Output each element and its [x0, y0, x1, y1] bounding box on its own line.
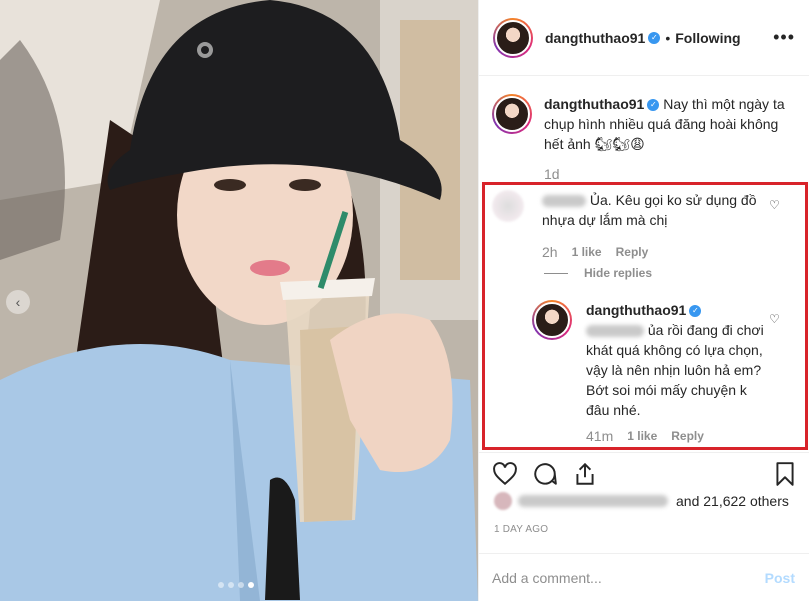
- post-header: dangthuthao91 ✓ • Following •••: [479, 0, 809, 76]
- comment-meta: 2h 1 like Reply: [542, 244, 782, 260]
- comment-reply-button[interactable]: Reply: [616, 245, 649, 259]
- reply-body: dangthuthao91 ✓ ủa rồi đang đi chơi khát …: [586, 300, 768, 444]
- reply-meta: 41m 1 like Reply: [586, 428, 768, 444]
- post-date[interactable]: 1 DAY AGO: [494, 524, 548, 535]
- hide-replies-label[interactable]: Hide replies: [584, 266, 652, 280]
- post-photo[interactable]: ‹: [0, 0, 478, 601]
- post-comment-button[interactable]: Post: [765, 570, 795, 586]
- comment-item: Ủa. Kêu gọi ko sử dụng đồ nhựa dự lắm mà…: [492, 190, 782, 260]
- author-username[interactable]: dangthuthao91: [545, 30, 645, 46]
- reply-time[interactable]: 41m: [586, 428, 613, 444]
- liker-avatar[interactable]: [494, 492, 512, 510]
- comment-input[interactable]: [492, 569, 765, 586]
- verified-badge-icon: ✓: [648, 31, 661, 44]
- likes-count-text[interactable]: and 21,622 others: [676, 493, 789, 509]
- following-button[interactable]: Following: [675, 30, 740, 46]
- commenter-username-blurred[interactable]: [542, 195, 586, 208]
- separator-dot: •: [665, 29, 671, 46]
- author-avatar[interactable]: [493, 17, 533, 58]
- caption-avatar[interactable]: [492, 94, 532, 134]
- reply-like-heart-icon[interactable]: ♡: [769, 312, 780, 326]
- comment-likes[interactable]: 1 like: [572, 245, 602, 259]
- reply-reply-button[interactable]: Reply: [671, 429, 704, 443]
- carousel-dot-active: [248, 582, 254, 588]
- comment-time[interactable]: 2h: [542, 244, 558, 260]
- liker-username-blurred[interactable]: [518, 495, 668, 507]
- caption-username[interactable]: dangthuthao91: [544, 96, 644, 112]
- commenter-avatar[interactable]: [492, 190, 524, 222]
- comment-like-heart-icon[interactable]: ♡: [769, 198, 780, 212]
- verified-badge-icon: ✓: [647, 99, 660, 112]
- verified-badge-icon: ✓: [689, 305, 702, 318]
- caption-timestamp[interactable]: 1d: [544, 166, 560, 182]
- likes-summary: and 21,622 others: [494, 492, 789, 510]
- reply-text-block: dangthuthao91 ✓ ủa rồi đang đi chơi khát …: [586, 300, 768, 420]
- mentioned-user-blurred[interactable]: [586, 325, 644, 338]
- comment-body: Ủa. Kêu gọi ko sử dụng đồ nhựa dự lắm mà…: [542, 190, 782, 260]
- comment-text-block: Ủa. Kêu gọi ko sử dụng đồ nhựa dự lắm mà…: [542, 190, 782, 230]
- heart-icon[interactable]: [492, 461, 518, 487]
- action-bar: [478, 452, 809, 492]
- carousel-prev-button[interactable]: ‹: [6, 290, 30, 314]
- add-comment-bar: Post: [478, 553, 809, 601]
- comment-icon[interactable]: [532, 461, 558, 487]
- carousel-dot: [228, 582, 234, 588]
- reply-avatar[interactable]: [532, 300, 572, 340]
- reply-likes[interactable]: 1 like: [627, 429, 657, 443]
- carousel-dot: [238, 582, 244, 588]
- divider-line: [544, 272, 568, 274]
- reply-username[interactable]: dangthuthao91: [586, 302, 686, 318]
- selfie-image: [0, 0, 478, 601]
- bookmark-icon[interactable]: [772, 461, 798, 487]
- caption-text-block: dangthuthao91 ✓ Nay thì một ngày ta chụp …: [544, 94, 797, 154]
- more-horizontal-icon[interactable]: •••: [773, 27, 795, 48]
- share-icon[interactable]: [572, 461, 598, 487]
- hide-replies-toggle[interactable]: Hide replies: [544, 266, 652, 280]
- post-caption: dangthuthao91 ✓ Nay thì một ngày ta chụp …: [492, 94, 797, 154]
- carousel-dots: [218, 582, 254, 588]
- carousel-dot: [218, 582, 224, 588]
- reply-item: dangthuthao91 ✓ ủa rồi đang đi chơi khát …: [532, 300, 768, 444]
